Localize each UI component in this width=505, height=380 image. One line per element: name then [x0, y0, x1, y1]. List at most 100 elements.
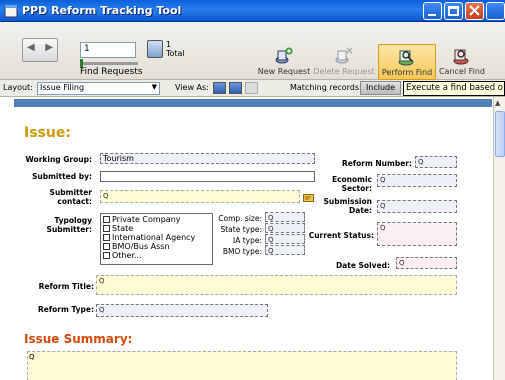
- find-requests-label: Find Requests: [80, 67, 143, 77]
- reform-number-field[interactable]: Q: [415, 156, 457, 168]
- bmo-type-field[interactable]: Q: [265, 245, 305, 255]
- header-stripe: [14, 99, 492, 107]
- delete-request-button[interactable]: Delete Request: [313, 44, 375, 80]
- comp-size-field[interactable]: Q: [265, 212, 305, 222]
- submitter-contact-label: Submitter contact:: [12, 188, 92, 206]
- perform-find-button[interactable]: Perform Find: [378, 44, 436, 80]
- maximize-button[interactable]: [444, 2, 463, 20]
- checkbox[interactable]: [103, 243, 110, 250]
- window-title: PPD Reform Tracking Tool: [22, 4, 182, 17]
- working-group-field[interactable]: Tourism: [100, 153, 315, 164]
- submission-date-field[interactable]: Q: [377, 200, 457, 213]
- search-icon: Q: [380, 176, 386, 184]
- record-navigation-book[interactable]: ◀ ▶: [22, 38, 58, 62]
- search-icon: Q: [103, 192, 109, 200]
- typology-option-label: State: [112, 224, 134, 233]
- perform-find-label: Perform Find: [381, 68, 433, 77]
- view-as-table-button[interactable]: [245, 82, 258, 94]
- checkbox[interactable]: [103, 225, 110, 232]
- found-count: 1 Total: [166, 40, 185, 58]
- typology-option-bmo-bus-assn[interactable]: BMO/Bus Assn: [103, 243, 170, 251]
- scroll-up-icon[interactable]: ▲: [495, 99, 505, 109]
- minimize-button[interactable]: [423, 2, 442, 20]
- include-button[interactable]: Include: [360, 81, 401, 95]
- checkbox[interactable]: [103, 252, 110, 259]
- search-icon: Q: [99, 306, 105, 314]
- issue-section-title: Issue:: [24, 125, 71, 141]
- close-button[interactable]: [465, 2, 484, 20]
- issue-summary-title: Issue Summary:: [24, 332, 133, 346]
- working-group-label: Working Group:: [25, 155, 92, 164]
- checkbox[interactable]: [103, 234, 110, 241]
- delete-request-label: Delete Request: [313, 67, 375, 76]
- checkbox[interactable]: [103, 216, 110, 223]
- reform-title-field[interactable]: Q: [96, 275, 457, 295]
- date-solved-label: Date Solved:: [335, 261, 390, 270]
- submitted-by-field[interactable]: [100, 171, 315, 182]
- ia-type-field[interactable]: Q: [265, 234, 305, 244]
- economic-sector-field[interactable]: Q: [377, 174, 457, 187]
- next-record-icon[interactable]: ▶: [45, 42, 53, 53]
- title-bar: PPD Reform Tracking Tool: [0, 0, 505, 22]
- typology-label-line2: Submitter:: [46, 225, 92, 234]
- chevron-down-icon: ▼: [151, 83, 157, 91]
- search-icon: Q: [99, 277, 105, 285]
- working-group-value: Tourism: [103, 154, 134, 163]
- search-icon: Q: [399, 259, 405, 267]
- vertical-scrollbar[interactable]: ▲: [493, 97, 505, 380]
- search-icon: Q: [29, 353, 35, 361]
- previous-record-icon[interactable]: ◀: [27, 42, 35, 53]
- perform-find-icon: [398, 50, 414, 66]
- current-status-label: Current Status:: [308, 231, 374, 240]
- ia-type-label: IA type:: [232, 236, 262, 245]
- search-icon: Q: [268, 236, 274, 244]
- layout-select-value: Issue Filing: [40, 83, 85, 92]
- typology-option-state[interactable]: State: [103, 225, 133, 233]
- found-count-total-label: Total: [166, 49, 185, 58]
- cancel-find-label: Cancel Find: [438, 67, 486, 76]
- found-set-icon[interactable]: [147, 40, 163, 58]
- date-solved-field[interactable]: Q: [396, 257, 457, 269]
- new-request-label: New Request: [257, 67, 311, 76]
- typology-option-label: Private Company: [112, 215, 181, 224]
- submission-date-label-line1: Submission: [323, 197, 373, 206]
- submission-date-label-line2: Date:: [349, 206, 372, 215]
- bmo-type-label: BMO type:: [222, 247, 262, 256]
- new-request-button[interactable]: New Request: [255, 44, 313, 80]
- submitted-by-label: Submitted by:: [32, 172, 92, 181]
- typology-option-label: International Agency: [112, 233, 196, 242]
- found-count-number: 1: [166, 40, 172, 49]
- view-as-list-button[interactable]: [229, 82, 242, 94]
- search-icon: Q: [268, 247, 274, 255]
- extra-window-button[interactable]: [486, 2, 505, 20]
- new-request-icon: [275, 47, 293, 64]
- submitter-contact-label-line1: Submitter: [49, 188, 92, 197]
- record-slider[interactable]: [80, 59, 138, 68]
- current-status-field[interactable]: Q: [377, 222, 457, 246]
- submitter-contact-field[interactable]: Q: [100, 190, 300, 203]
- perform-find-tooltip: Execute a find based o: [403, 81, 505, 96]
- search-icon: Q: [380, 224, 386, 232]
- layout-bar: Layout: Issue Filing ▼ View As: Matching…: [0, 80, 505, 97]
- layout-label: Layout:: [3, 83, 33, 92]
- typology-option-label: Other...: [112, 251, 142, 260]
- economic-sector-label-line1: Economic: [331, 175, 372, 184]
- typology-option-private-company[interactable]: Private Company: [103, 216, 181, 224]
- typology-option-label: BMO/Bus Assn: [112, 242, 170, 251]
- issue-summary-field[interactable]: Q: [27, 351, 457, 380]
- typology-option-other[interactable]: Other...: [103, 252, 142, 260]
- view-as-form-button[interactable]: [213, 82, 226, 94]
- state-type-label: State type:: [220, 225, 262, 234]
- economic-sector-label-line2: Sector:: [341, 184, 372, 193]
- search-icon: Q: [268, 214, 274, 222]
- search-icon: Q: [418, 158, 424, 166]
- state-type-field[interactable]: Q: [265, 223, 305, 233]
- typology-option-international-agency[interactable]: International Agency: [103, 234, 195, 242]
- reform-type-field[interactable]: Q: [96, 304, 268, 317]
- layout-select[interactable]: Issue Filing ▼: [37, 82, 160, 95]
- scrollbar-thumb[interactable]: [495, 111, 505, 157]
- cancel-find-button[interactable]: Cancel Find: [437, 44, 487, 80]
- close-icon: [469, 5, 480, 16]
- typology-label-line1: Typology: [54, 216, 92, 225]
- current-record-field[interactable]: 1: [80, 42, 136, 58]
